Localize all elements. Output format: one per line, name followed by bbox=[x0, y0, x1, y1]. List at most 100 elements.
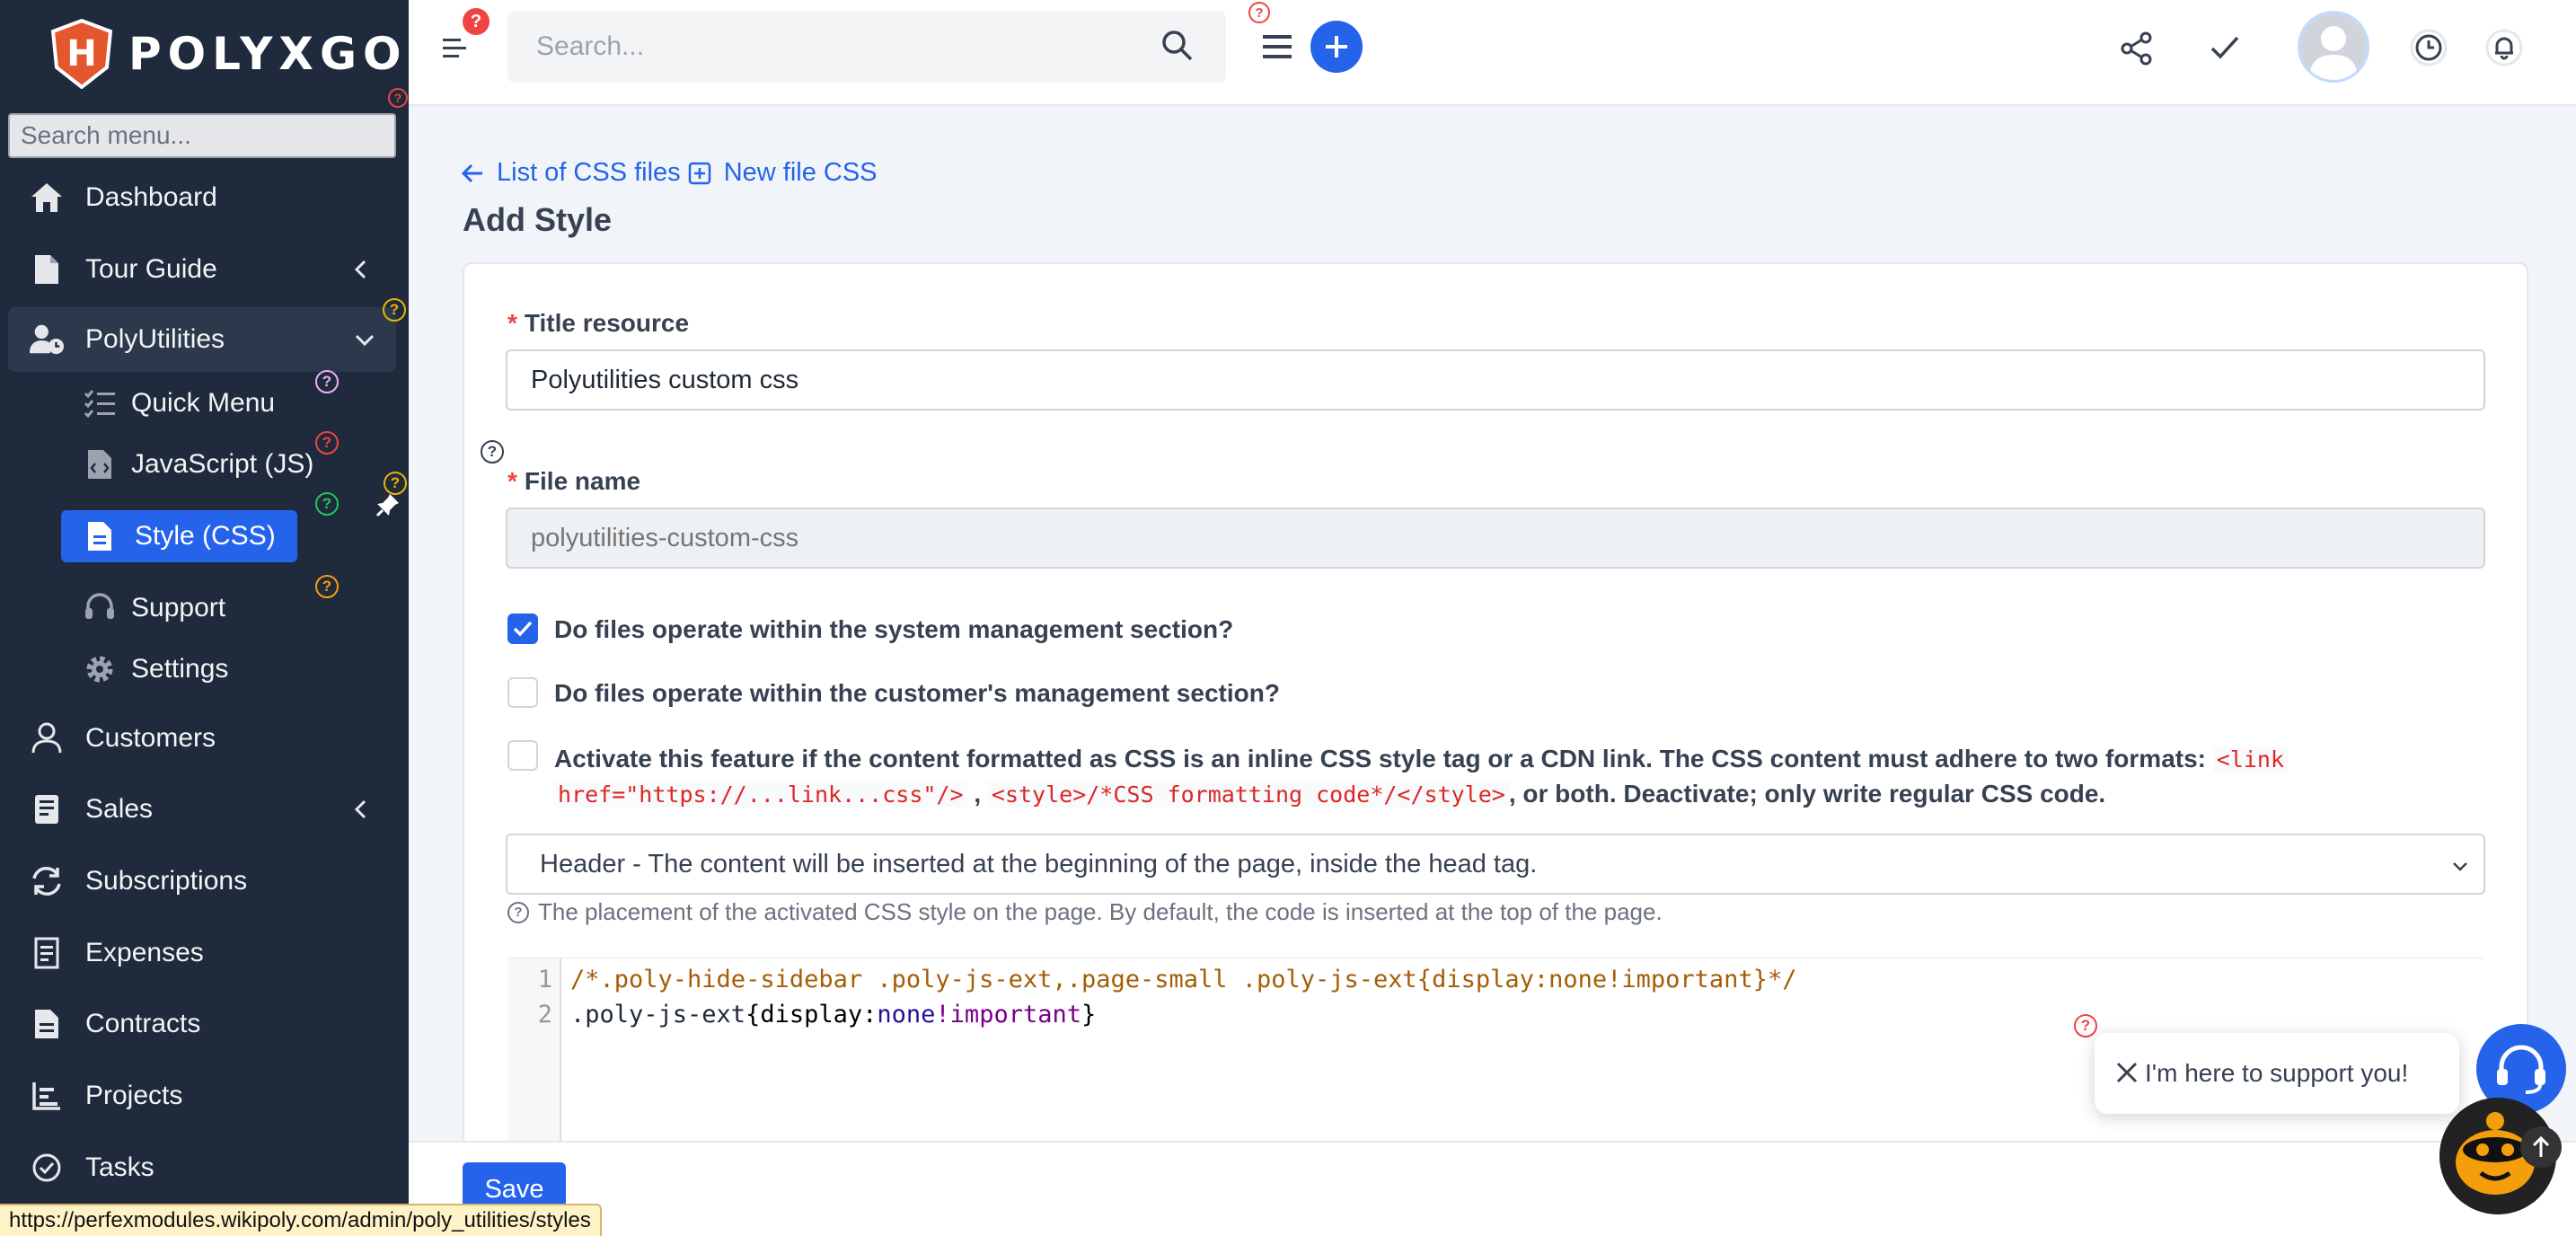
hamburger-icon[interactable] bbox=[1261, 32, 1293, 61]
code-value: none bbox=[877, 1001, 936, 1029]
inline-text-1: Activate this feature if the content for… bbox=[554, 745, 2206, 772]
help-badge-icon[interactable]: ? bbox=[315, 370, 339, 393]
shield-logo-icon: H bbox=[50, 19, 113, 89]
help-badge-icon[interactable]: ? bbox=[315, 575, 339, 598]
sidebar-item-label: Sales bbox=[85, 794, 154, 824]
file-text-icon bbox=[83, 519, 117, 553]
title-resource-label: * Title resource bbox=[507, 309, 689, 338]
sidebar-item-subscriptions[interactable]: Subscriptions bbox=[0, 852, 409, 910]
sidebar-subitem-settings[interactable]: Settings bbox=[0, 644, 409, 694]
sidebar-subitem-support[interactable]: Support bbox=[0, 583, 409, 633]
help-badge-icon[interactable]: ? bbox=[315, 431, 339, 455]
sidebar-item-label: PolyUtilities bbox=[85, 324, 225, 354]
help-badge-icon[interactable]: ? bbox=[388, 88, 408, 108]
label-text: File name bbox=[524, 467, 641, 495]
book-icon bbox=[29, 791, 65, 827]
sidebar-item-tasks[interactable]: Tasks bbox=[0, 1139, 409, 1196]
code-important: !important bbox=[935, 1001, 1081, 1029]
sidebar-subitem-javascript[interactable]: JavaScript (JS) bbox=[0, 439, 409, 490]
sidebar-item-label: Customers bbox=[85, 723, 216, 753]
support-bubble[interactable]: I'm here to support you! bbox=[2095, 1033, 2459, 1114]
search-input[interactable] bbox=[507, 11, 1136, 83]
code-line-1: /*.poly-hide-sidebar .poly-js-ext,.page-… bbox=[570, 966, 1797, 993]
support-bubble-text: I'm here to support you! bbox=[2145, 1059, 2409, 1087]
check-icon bbox=[513, 621, 533, 637]
pin-icon[interactable] bbox=[375, 492, 401, 517]
required-mark: * bbox=[507, 309, 517, 337]
plus-square-icon bbox=[688, 162, 710, 184]
info-icon: ? bbox=[507, 901, 529, 923]
line-number: 2 bbox=[537, 1001, 552, 1029]
share-icon[interactable] bbox=[2119, 31, 2155, 66]
sidebar-item-contracts[interactable]: Contracts bbox=[0, 995, 409, 1053]
sidebar-item-dashboard[interactable]: Dashboard bbox=[0, 169, 409, 226]
help-badge-icon[interactable]: ? bbox=[1248, 2, 1270, 23]
code-line-2: .poly-js-ext{display:none!important} bbox=[570, 1001, 1096, 1029]
headset-icon bbox=[2497, 1045, 2545, 1094]
inline-code-link-end: href="https://...link...css"/> bbox=[554, 781, 967, 808]
check-icon[interactable] bbox=[2209, 32, 2241, 63]
sidebar-item-polyutilities[interactable]: PolyUtilities bbox=[8, 307, 396, 372]
inline-separator: , bbox=[974, 780, 982, 808]
menu-toggle-icon[interactable] bbox=[441, 36, 468, 61]
list-check-icon bbox=[83, 386, 117, 420]
help-badge-icon[interactable]: ? bbox=[481, 440, 504, 464]
notification-badge[interactable]: ? bbox=[463, 8, 490, 35]
sidebar-item-tour-guide[interactable]: Tour Guide bbox=[0, 241, 409, 298]
menu-search-input[interactable] bbox=[8, 113, 396, 158]
hint-text: The placement of the activated CSS style… bbox=[538, 898, 1663, 925]
help-badge-icon[interactable]: ? bbox=[315, 492, 339, 516]
title-resource-input[interactable] bbox=[506, 349, 2485, 411]
headset-icon bbox=[83, 591, 117, 625]
bell-icon[interactable] bbox=[2483, 27, 2525, 68]
sidebar-item-expenses[interactable]: Expenses bbox=[0, 924, 409, 982]
help-badge-icon[interactable]: ? bbox=[2074, 1014, 2097, 1037]
avatar[interactable] bbox=[2298, 11, 2369, 83]
sidebar-item-customers[interactable]: Customers bbox=[0, 710, 409, 767]
brand-logo[interactable]: H POLYXGO bbox=[49, 18, 408, 90]
label-text: Title resource bbox=[524, 309, 690, 337]
sidebar-item-label: Tour Guide bbox=[85, 254, 217, 284]
topbar: ? ? bbox=[409, 0, 2576, 106]
code-brace: { bbox=[745, 1001, 761, 1029]
arrow-up-icon bbox=[2532, 1135, 2550, 1157]
code-property: display: bbox=[760, 1001, 878, 1029]
sidebar-subitem-style-css[interactable]: Style (CSS) bbox=[61, 510, 297, 562]
clock-icon[interactable] bbox=[2408, 27, 2449, 68]
inline-css-checkbox[interactable] bbox=[507, 740, 538, 771]
inline-text-2: , or both. Deactivate; only write regula… bbox=[1508, 780, 2106, 808]
sidebar-item-sales[interactable]: Sales bbox=[0, 781, 409, 838]
gear-icon bbox=[83, 652, 117, 686]
quick-add-button[interactable] bbox=[1310, 21, 1363, 73]
required-mark: * bbox=[507, 467, 517, 495]
sidebar-item-label: Contracts bbox=[85, 1009, 201, 1038]
file-icon bbox=[29, 252, 65, 287]
code-selector: .poly-js-ext bbox=[570, 1001, 746, 1029]
close-icon[interactable] bbox=[2114, 1060, 2139, 1085]
search-icon[interactable] bbox=[1160, 29, 1195, 63]
sidebar-item-label: Style (CSS) bbox=[135, 521, 276, 551]
sidebar-item-label: Settings bbox=[131, 654, 229, 684]
chevron-down-icon bbox=[355, 334, 375, 347]
sidebar-item-projects[interactable]: Projects bbox=[0, 1067, 409, 1125]
new-file-link[interactable]: New file CSS bbox=[688, 158, 878, 188]
plus-icon bbox=[1326, 36, 1347, 57]
chevron-left-icon bbox=[354, 260, 366, 279]
new-link-label: New file CSS bbox=[723, 158, 878, 187]
system-section-checkbox[interactable] bbox=[507, 614, 538, 644]
help-badge-icon[interactable]: ? bbox=[383, 298, 406, 322]
chevron-down-icon bbox=[2453, 862, 2467, 871]
js-file-icon bbox=[83, 447, 117, 481]
user-avatar-icon bbox=[2300, 13, 2367, 80]
scroll-to-top-button[interactable] bbox=[2520, 1126, 2562, 1168]
placement-selected-value: Header - The content will be inserted at… bbox=[540, 849, 1538, 878]
inline-css-label: Activate this feature if the content for… bbox=[554, 742, 2485, 812]
receipt-icon bbox=[29, 935, 65, 971]
home-icon bbox=[29, 180, 65, 216]
code-brace: } bbox=[1081, 1001, 1097, 1029]
sidebar-subitem-quick-menu[interactable]: Quick Menu bbox=[0, 378, 409, 428]
breadcrumb: List of CSS files New file CSS bbox=[461, 158, 885, 188]
customer-section-checkbox[interactable] bbox=[507, 677, 538, 708]
placement-select[interactable]: Header - The content will be inserted at… bbox=[506, 834, 2485, 895]
back-to-list-link[interactable]: List of CSS files bbox=[461, 158, 681, 188]
